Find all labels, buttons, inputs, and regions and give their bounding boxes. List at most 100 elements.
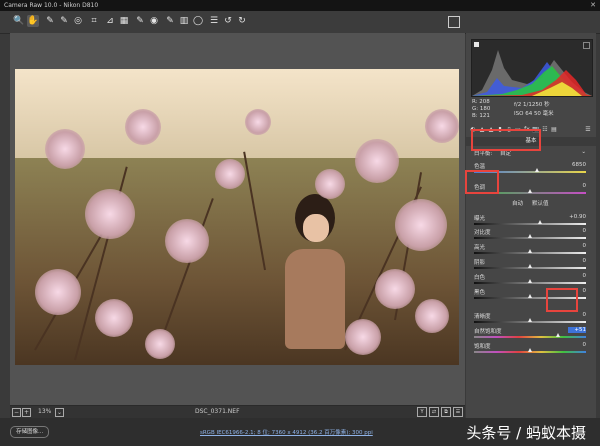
workflow-options-link[interactable]: sRGB IEC61966-2.1; 8 位; 7360 x 4912 (36.… [200,428,373,436]
zoom-out-icon[interactable]: − [12,408,21,417]
photo-blossom [245,109,271,135]
preferences-icon[interactable]: ☰ [453,407,463,417]
photo-blossom [215,159,245,189]
whites-value-field[interactable]: 0 [568,273,587,279]
saturation-slider-thumb[interactable] [528,348,532,352]
photo-blossom [85,189,135,239]
contrast-value-field[interactable]: 0 [568,228,587,234]
temperature-label: 色温 [474,164,486,170]
clarity-value-field[interactable]: 0 [568,312,587,318]
close-icon[interactable]: ✕ [590,0,596,11]
highlight-vibrance [546,288,578,312]
blacks-slider-thumb[interactable] [528,294,532,298]
panel-menu-icon[interactable]: ☰ [584,126,592,134]
hand-icon[interactable]: ✋ [27,15,39,27]
color-sampler-icon[interactable]: ✎ [58,15,70,27]
vibrance-label: 自然饱和度 [474,329,502,335]
auto-link[interactable]: 自动 [512,199,523,207]
photo-blossom [45,129,85,169]
save-image-button[interactable]: 存储图像... [10,426,50,438]
highlight-temperature [471,129,541,151]
temperature-value-field[interactable]: 6850 [568,162,586,168]
window-titlebar: Camera Raw 10.0 - Nikon D810 ✕ [0,0,600,11]
exposure-label: 曝光 [474,216,486,222]
graduated-filter-icon[interactable]: ▥ [178,15,190,27]
vibrance-slider-track[interactable] [474,336,586,338]
photo-blossom [125,109,161,145]
tint-slider-thumb[interactable] [528,189,532,193]
contrast-label: 对比度 [474,230,491,236]
photo-blossom [395,199,447,251]
default-link[interactable]: 默认值 [532,199,549,207]
status-bar: 存储图像... sRGB IEC61966-2.1; 8 位; 7360 x 4… [0,418,600,446]
exposure-slider-thumb[interactable] [538,220,543,224]
straighten-icon[interactable]: ⊿ [104,15,116,27]
zoom-dropdown-icon[interactable]: ⌄ [55,408,64,417]
zoom-level[interactable]: 13% [38,408,51,415]
zoom-in-icon[interactable]: + [22,408,31,417]
contrast-slider-thumb[interactable] [528,234,532,238]
adjustment-brush-icon[interactable]: ✎ [164,15,176,27]
shadow-clipping-icon[interactable] [474,42,479,47]
file-name: DSC_0371.NEF [195,408,240,415]
preview-bottom-bar: − + 13% ⌄ DSC_0371.NEF Y ⇄ ⧉ ☰ [10,405,465,418]
view-toggles: Y ⇄ ⧉ ☰ [415,407,463,417]
photo-child-face [303,214,329,242]
vibrance-value-field[interactable]: +51 [568,327,586,333]
shadows-value-field[interactable]: 0 [568,258,587,264]
shadows-slider-row: 阴影 0 [474,258,586,272]
targeted-adjust-icon[interactable]: ◎ [72,15,84,27]
whites-slider-thumb[interactable] [528,279,532,283]
highlight-clipping-icon[interactable] [583,42,590,49]
photo-blossom [345,319,381,355]
transform-icon[interactable]: ▦ [118,15,130,27]
shadows-slider-thumb[interactable] [528,264,532,268]
photo-blossom [315,169,345,199]
watermark: 头条号 / 蚂蚁本摄 [466,424,586,442]
photo-blossom [375,269,415,309]
contrast-slider-row: 对比度 0 [474,228,586,242]
rgb-readout: R: 208 G: 180 B: 121 [472,99,491,119]
fullscreen-icon[interactable] [448,16,460,28]
saturation-value-field[interactable]: 0 [568,342,587,348]
white-balance-icon[interactable]: ✎ [44,15,56,27]
exposure-slider-track[interactable] [474,223,586,225]
rotate-right-icon[interactable]: ↻ [236,15,248,27]
crop-icon[interactable]: ⌗ [88,15,100,27]
highlights-slider-thumb[interactable] [528,249,532,253]
highlights-label: 高光 [474,245,486,251]
clarity-slider-row: 清晰度 0 [474,312,586,326]
red-eye-icon[interactable]: ◉ [148,15,160,27]
highlights-value-field[interactable]: 0 [568,243,587,249]
exposure-value-field[interactable]: +0.90 [568,214,586,220]
radial-filter-icon[interactable]: ◯ [192,15,204,27]
tab-presets-icon[interactable]: ☷ [541,126,549,134]
compare-y-icon[interactable]: Y [417,407,427,417]
zoom-icon[interactable]: 🔍 [13,15,25,27]
preview-image[interactable] [15,69,459,365]
chevron-down-icon[interactable]: ⌄ [581,149,586,155]
adjustment-panel: R: 208 G: 180 B: 121 f/2 1/1250 秒 ISO 64… [466,33,596,418]
saturation-slider-row: 饱和度 0 [474,342,586,356]
temperature-slider-thumb[interactable] [534,168,539,172]
preferences-icon[interactable]: ☰ [208,15,220,27]
histogram-graph [472,50,592,96]
shadows-label: 阴影 [474,260,486,266]
vibrance-slider-thumb[interactable] [556,333,560,337]
swap-icon[interactable]: ⇄ [429,407,439,417]
clarity-slider-thumb[interactable] [528,318,532,322]
copy-settings-icon[interactable]: ⧉ [441,407,451,417]
tab-snapshots-icon[interactable]: ▤ [550,126,558,134]
rotate-left-icon[interactable]: ↺ [222,15,234,27]
whites-slider-row: 白色 0 [474,273,586,287]
photo-blossom [95,299,133,337]
histogram [471,39,593,97]
photo-child-body [285,249,345,349]
tint-value-field[interactable]: 0 [568,183,587,189]
highlight-exposure [465,170,499,194]
photo-blossom [35,269,81,315]
window-title: Camera Raw 10.0 - Nikon D810 [4,2,99,9]
photo-blossom [355,139,399,183]
photo-blossom [425,109,459,143]
spot-removal-icon[interactable]: ✎ [134,15,146,27]
